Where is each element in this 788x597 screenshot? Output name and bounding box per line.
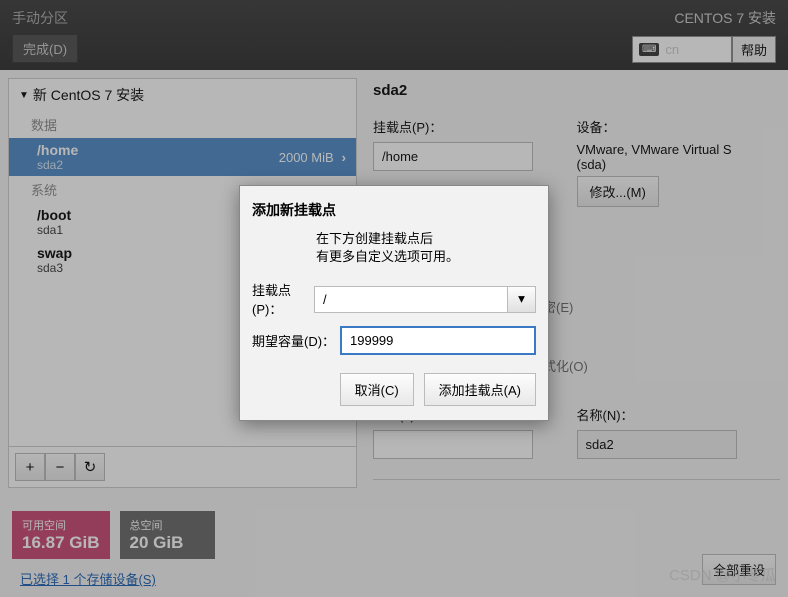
dialog-mount-combo[interactable] bbox=[314, 286, 508, 313]
dialog-add-button[interactable]: 添加挂载点(A) bbox=[424, 373, 536, 406]
add-mount-dialog: 添加新挂载点 在下方创建挂载点后 有更多自定义选项可用。 挂载点(P)： ▾ 期… bbox=[239, 185, 549, 421]
dialog-cancel-button[interactable]: 取消(C) bbox=[340, 373, 414, 406]
dialog-title: 添加新挂载点 bbox=[252, 200, 536, 220]
dialog-mount-dropdown-button[interactable]: ▾ bbox=[508, 286, 536, 313]
dialog-mount-label: 挂载点(P)： bbox=[252, 280, 314, 318]
dialog-capacity-label: 期望容量(D)： bbox=[252, 331, 340, 350]
dialog-capacity-input[interactable] bbox=[340, 326, 536, 355]
